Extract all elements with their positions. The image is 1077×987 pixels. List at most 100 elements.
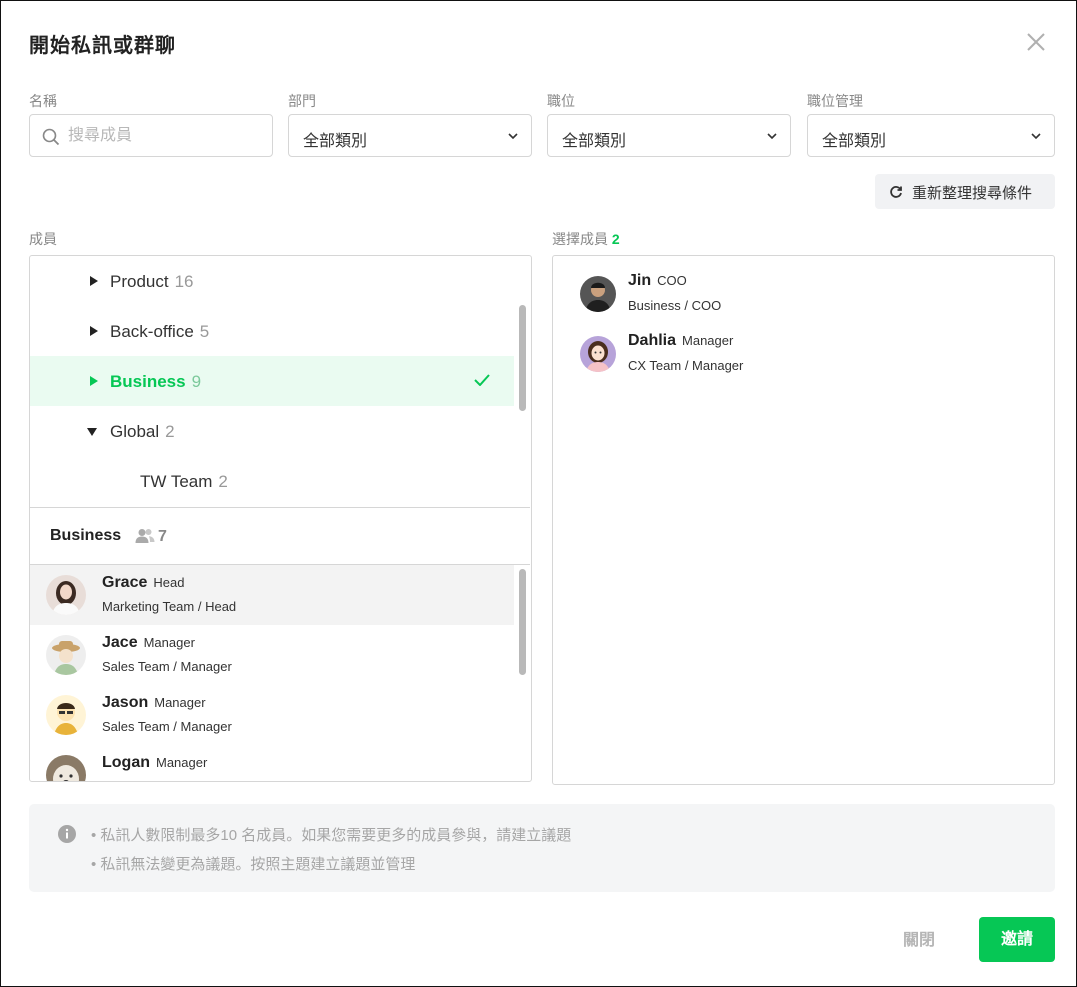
avatar bbox=[46, 575, 86, 615]
dept-count: 2 bbox=[165, 422, 175, 441]
mgmt-select-value: 全部類別 bbox=[822, 133, 887, 150]
members-panel: Product 16 Back-office 5 Business 9 Global 2… bbox=[29, 255, 532, 782]
member-role: Manager bbox=[154, 695, 206, 710]
dept-count: 9 bbox=[191, 372, 202, 391]
dept-select-value: 全部類別 bbox=[303, 133, 368, 150]
group-name: Business bbox=[50, 527, 122, 544]
members-section-label: 成員 bbox=[29, 231, 57, 247]
dept-item-back-office[interactable]: Back-office 5 bbox=[30, 306, 514, 356]
mgmt-select[interactable]: 全部類別 bbox=[807, 114, 1055, 157]
member-row[interactable]: Logan Manager bbox=[30, 745, 514, 781]
group-count: 7 bbox=[158, 528, 167, 545]
member-name: Jason Manager bbox=[102, 694, 206, 712]
member-name-text: Jin bbox=[628, 272, 652, 289]
selected-section-label: 選擇成員 2 bbox=[552, 229, 620, 249]
member-role: COO bbox=[657, 273, 687, 288]
mgmt-filter-label: 職位管理 bbox=[807, 93, 863, 109]
dept-label: Global 2 bbox=[110, 422, 175, 442]
member-name-text: Jason bbox=[102, 694, 149, 711]
caret-down-icon bbox=[87, 428, 97, 436]
dept-count: 16 bbox=[174, 272, 194, 291]
group-header: Business 7 bbox=[30, 507, 530, 565]
notice-box: • 私訊人數限制最多10 名成員。如果您需要更多的成員參與，請建立議題 • 私訊… bbox=[29, 804, 1055, 892]
member-role: Manager bbox=[143, 635, 195, 650]
close-button[interactable]: 關閉 bbox=[889, 921, 949, 961]
dept-label: Product 16 bbox=[110, 272, 194, 292]
dept-count: 2 bbox=[218, 472, 228, 491]
dialog-title: 開始私訊或群聊 bbox=[29, 35, 176, 57]
dept-item-tw-team[interactable]: TW Team 2 bbox=[30, 456, 514, 506]
member-subtitle: Sales Team / Manager bbox=[102, 659, 232, 674]
selected-member-row[interactable]: Dahlia Manager CX Team / Manager bbox=[553, 316, 1023, 376]
selected-label-text: 選擇成員 bbox=[552, 231, 608, 247]
member-subtitle: Marketing Team / Head bbox=[102, 599, 237, 614]
search-input[interactable] bbox=[66, 126, 260, 146]
dept-scrollbar[interactable] bbox=[519, 305, 526, 411]
member-role: Head bbox=[153, 575, 185, 590]
avatar bbox=[46, 695, 86, 735]
caret-right-icon bbox=[90, 326, 98, 336]
refresh-filters-label: 重新整理搜尋條件 bbox=[912, 185, 1033, 202]
position-select-value: 全部類別 bbox=[562, 133, 627, 150]
chevron-down-icon bbox=[1031, 133, 1041, 140]
name-filter-label: 名稱 bbox=[29, 93, 57, 109]
dept-filter-label: 部門 bbox=[288, 93, 316, 109]
dept-item-business[interactable]: Business 9 bbox=[30, 356, 514, 406]
dept-count: 5 bbox=[199, 322, 210, 341]
member-name-text: Jace bbox=[102, 634, 138, 651]
close-icon[interactable] bbox=[1025, 31, 1047, 53]
avatar bbox=[46, 755, 86, 781]
member-name: Jace Manager bbox=[102, 634, 195, 652]
refresh-filters-button[interactable]: 重新整理搜尋條件 bbox=[875, 174, 1055, 209]
dept-item-product[interactable]: Product 16 bbox=[30, 256, 514, 306]
member-subtitle: Sales Team / Manager bbox=[102, 719, 232, 734]
caret-right-icon bbox=[90, 276, 98, 286]
avatar bbox=[580, 276, 616, 312]
dept-label: TW Team 2 bbox=[140, 472, 228, 492]
dept-name: Global bbox=[110, 422, 160, 441]
selected-count: 2 bbox=[611, 231, 620, 247]
people-icon bbox=[135, 529, 155, 543]
start-chat-dialog: 開始私訊或群聊 名稱 部門 職位 職位管理 全部類別 全部類別 全部類別 重新整… bbox=[0, 0, 1077, 987]
dept-name: Back-office bbox=[110, 322, 194, 341]
member-name-text: Logan bbox=[102, 754, 150, 771]
dept-select[interactable]: 全部類別 bbox=[288, 114, 532, 157]
invite-button[interactable]: 邀請 bbox=[979, 917, 1055, 962]
member-name: Grace Head bbox=[102, 574, 184, 592]
avatar bbox=[46, 635, 86, 675]
dept-item-global[interactable]: Global 2 bbox=[30, 406, 514, 456]
dept-label: Business 9 bbox=[110, 372, 201, 392]
member-name: Dahlia Manager bbox=[628, 332, 733, 350]
checkmark-icon bbox=[474, 374, 490, 386]
member-name-text: Dahlia bbox=[628, 332, 677, 349]
member-row[interactable]: Jason Manager Sales Team / Manager bbox=[30, 685, 514, 745]
member-role: Manager bbox=[156, 755, 208, 770]
dept-label: Back-office 5 bbox=[110, 322, 209, 342]
member-name: Logan Manager bbox=[102, 754, 207, 772]
refresh-icon bbox=[890, 186, 902, 198]
member-name: Jin COO bbox=[628, 272, 687, 290]
dept-name: Business bbox=[110, 372, 186, 391]
chevron-down-icon bbox=[767, 133, 777, 140]
search-icon bbox=[42, 128, 60, 146]
selected-members-panel: Jin COO Business / COO Dahlia Manager CX T… bbox=[552, 255, 1055, 785]
chevron-down-icon bbox=[508, 133, 518, 140]
avatar bbox=[580, 336, 616, 372]
member-subtitle: Business / COO bbox=[628, 298, 722, 313]
notice-line-2: • 私訊無法變更為議題。按照主題建立議題並管理 bbox=[91, 856, 416, 873]
members-scrollbar[interactable] bbox=[519, 569, 526, 675]
member-row[interactable]: Grace Head Marketing Team / Head bbox=[30, 565, 514, 625]
dept-name: TW Team bbox=[140, 472, 213, 491]
notice-line-1: • 私訊人數限制最多10 名成員。如果您需要更多的成員參與，請建立議題 bbox=[91, 827, 572, 844]
member-role: Manager bbox=[682, 333, 734, 348]
info-icon bbox=[58, 825, 76, 843]
member-row[interactable]: Jace Manager Sales Team / Manager bbox=[30, 625, 514, 685]
dept-name: Product bbox=[110, 272, 169, 291]
member-subtitle: CX Team / Manager bbox=[628, 358, 744, 373]
position-filter-label: 職位 bbox=[547, 93, 575, 109]
member-name-text: Grace bbox=[102, 574, 148, 591]
caret-right-icon bbox=[90, 376, 98, 386]
search-field bbox=[29, 114, 273, 157]
selected-member-row[interactable]: Jin COO Business / COO bbox=[553, 256, 1023, 316]
position-select[interactable]: 全部類別 bbox=[547, 114, 791, 157]
